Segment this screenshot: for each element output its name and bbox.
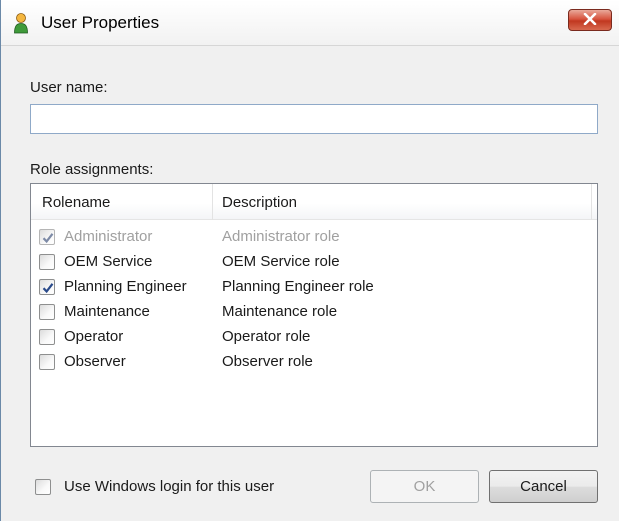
username-label: User name: [30,79,108,96]
role-name: Observer [64,353,126,370]
role-name: OEM Service [64,253,153,270]
role-row-maintenance[interactable]: Maintenance Maintenance role [31,300,597,325]
user-icon [13,12,29,34]
role-checkbox-maintenance[interactable] [39,304,55,320]
role-assignments-label: Role assignments: [30,161,154,178]
role-name: Planning Engineer [64,278,187,295]
role-name: Administrator [64,228,153,245]
role-name: Maintenance [64,303,150,320]
window-title: User Properties [41,13,160,32]
role-description: Maintenance role [222,303,338,320]
role-description: Operator role [222,328,311,345]
role-description: OEM Service role [222,253,340,270]
role-row-observer[interactable]: Observer Observer role [31,350,597,375]
role-row-operator[interactable]: Operator Operator role [31,325,597,350]
role-row-planning-engineer[interactable]: Planning Engineer Planning Engineer role [31,275,597,300]
windows-login-checkbox[interactable] [35,479,51,495]
title-bar: User Properties [1,0,619,46]
column-header-rolename[interactable]: Rolename [42,194,110,211]
column-divider[interactable] [212,184,213,220]
column-divider[interactable] [591,184,592,220]
role-description: Administrator role [222,228,340,245]
role-checkbox-oem-service[interactable] [39,254,55,270]
checkmark-icon [42,233,54,244]
windows-login-label[interactable]: Use Windows login for this user [64,478,274,495]
list-header: Rolename Description [31,184,597,220]
role-row-administrator[interactable]: Administrator Administrator role [31,225,597,250]
close-x-icon [583,12,597,29]
close-button[interactable] [568,9,612,31]
role-description: Observer role [222,353,313,370]
role-name: Operator [64,328,124,345]
checkmark-icon [42,283,54,294]
role-checkbox-operator[interactable] [39,329,55,345]
role-description: Planning Engineer role [222,278,374,295]
username-input[interactable] [30,104,598,134]
user-properties-dialog: User Properties User name: Role assignme… [0,0,619,521]
role-checkbox-administrator[interactable] [39,229,55,245]
cancel-button[interactable]: Cancel [489,470,598,503]
role-checkbox-planning-engineer[interactable] [39,279,55,295]
role-checkbox-observer[interactable] [39,354,55,370]
role-row-oem-service[interactable]: OEM Service OEM Service role [31,250,597,275]
role-assignments-list[interactable]: Rolename Description Administrator Admin… [30,183,598,447]
ok-button[interactable]: OK [370,470,479,503]
column-header-description[interactable]: Description [222,194,297,211]
